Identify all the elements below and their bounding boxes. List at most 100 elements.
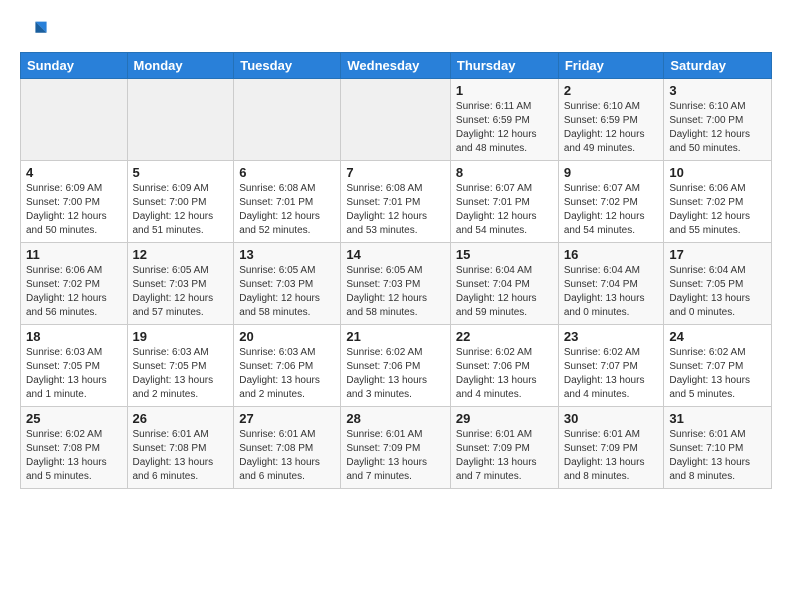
calendar-cell: 19 Sunrise: 6:03 AM Sunset: 7:05 PM Dayli… <box>127 325 234 407</box>
day-info: Sunrise: 6:01 AM Sunset: 7:09 PM Dayligh… <box>346 428 445 484</box>
day-number: 31 <box>669 411 766 426</box>
day-info: Sunrise: 6:01 AM Sunset: 7:09 PM Dayligh… <box>456 428 553 484</box>
day-info: Sunrise: 6:01 AM Sunset: 7:09 PM Dayligh… <box>564 428 659 484</box>
week-row-5: 25 Sunrise: 6:02 AM Sunset: 7:08 PM Dayli… <box>21 407 772 489</box>
day-info: Sunrise: 6:09 AM Sunset: 7:00 PM Dayligh… <box>26 182 122 238</box>
logo-icon <box>20 16 48 44</box>
calendar-cell: 20 Sunrise: 6:03 AM Sunset: 7:06 PM Dayli… <box>234 325 341 407</box>
day-number: 23 <box>564 329 659 344</box>
day-info: Sunrise: 6:10 AM Sunset: 6:59 PM Dayligh… <box>564 100 659 156</box>
calendar-cell: 21 Sunrise: 6:02 AM Sunset: 7:06 PM Dayli… <box>341 325 451 407</box>
day-number: 16 <box>564 247 659 262</box>
calendar-cell <box>21 79 128 161</box>
calendar-cell: 28Sunrise: 6:01 AM Sunset: 7:09 PM Dayli… <box>341 407 451 489</box>
day-info: Sunrise: 6:01 AM Sunset: 7:08 PM Dayligh… <box>239 428 335 484</box>
day-info: Sunrise: 6:10 AM Sunset: 7:00 PM Dayligh… <box>669 100 766 156</box>
day-number: 19 <box>133 329 229 344</box>
day-info: Sunrise: 6:02 AM Sunset: 7:08 PM Dayligh… <box>26 428 122 484</box>
day-number: 29 <box>456 411 553 426</box>
day-info: Sunrise: 6:03 AM Sunset: 7:05 PM Dayligh… <box>133 346 229 402</box>
header-friday: Friday <box>558 53 664 79</box>
calendar-cell: 9Sunrise: 6:07 AM Sunset: 7:02 PM Daylig… <box>558 161 664 243</box>
day-number: 14 <box>346 247 445 262</box>
day-number: 24 <box>669 329 766 344</box>
calendar-cell: 17 Sunrise: 6:04 AM Sunset: 7:05 PM Dayli… <box>664 243 772 325</box>
calendar-cell: 30 Sunrise: 6:01 AM Sunset: 7:09 PM Dayli… <box>558 407 664 489</box>
calendar-cell: 13 Sunrise: 6:05 AM Sunset: 7:03 PM Dayli… <box>234 243 341 325</box>
day-info: Sunrise: 6:04 AM Sunset: 7:04 PM Dayligh… <box>456 264 553 320</box>
day-info: Sunrise: 6:03 AM Sunset: 7:05 PM Dayligh… <box>26 346 122 402</box>
header-monday: Monday <box>127 53 234 79</box>
day-number: 18 <box>26 329 122 344</box>
day-info: Sunrise: 6:04 AM Sunset: 7:04 PM Dayligh… <box>564 264 659 320</box>
day-number: 9 <box>564 165 659 180</box>
calendar-cell <box>127 79 234 161</box>
day-info: Sunrise: 6:02 AM Sunset: 7:06 PM Dayligh… <box>346 346 445 402</box>
calendar-cell: 16 Sunrise: 6:04 AM Sunset: 7:04 PM Dayli… <box>558 243 664 325</box>
calendar-cell: 18 Sunrise: 6:03 AM Sunset: 7:05 PM Dayli… <box>21 325 128 407</box>
week-row-4: 18 Sunrise: 6:03 AM Sunset: 7:05 PM Dayli… <box>21 325 772 407</box>
header-saturday: Saturday <box>664 53 772 79</box>
calendar-cell: 25 Sunrise: 6:02 AM Sunset: 7:08 PM Dayli… <box>21 407 128 489</box>
calendar-cell: 6Sunrise: 6:08 AM Sunset: 7:01 PM Daylig… <box>234 161 341 243</box>
calendar-cell: 22 Sunrise: 6:02 AM Sunset: 7:06 PM Dayli… <box>450 325 558 407</box>
day-number: 13 <box>239 247 335 262</box>
day-number: 3 <box>669 83 766 98</box>
calendar-cell: 2 Sunrise: 6:10 AM Sunset: 6:59 PM Daylig… <box>558 79 664 161</box>
calendar-cell: 1 Sunrise: 6:11 AM Sunset: 6:59 PM Daylig… <box>450 79 558 161</box>
day-number: 1 <box>456 83 553 98</box>
day-info: Sunrise: 6:03 AM Sunset: 7:06 PM Dayligh… <box>239 346 335 402</box>
week-row-3: 11 Sunrise: 6:06 AM Sunset: 7:02 PM Dayli… <box>21 243 772 325</box>
day-number: 25 <box>26 411 122 426</box>
day-info: Sunrise: 6:06 AM Sunset: 7:02 PM Dayligh… <box>26 264 122 320</box>
day-info: Sunrise: 6:05 AM Sunset: 7:03 PM Dayligh… <box>239 264 335 320</box>
day-info: Sunrise: 6:07 AM Sunset: 7:01 PM Dayligh… <box>456 182 553 238</box>
day-number: 21 <box>346 329 445 344</box>
week-row-2: 4 Sunrise: 6:09 AM Sunset: 7:00 PM Daylig… <box>21 161 772 243</box>
day-number: 12 <box>133 247 229 262</box>
day-number: 11 <box>26 247 122 262</box>
header-tuesday: Tuesday <box>234 53 341 79</box>
calendar-cell <box>341 79 451 161</box>
calendar-cell: 23Sunrise: 6:02 AM Sunset: 7:07 PM Dayli… <box>558 325 664 407</box>
week-row-1: 1 Sunrise: 6:11 AM Sunset: 6:59 PM Daylig… <box>21 79 772 161</box>
calendar-cell: 3 Sunrise: 6:10 AM Sunset: 7:00 PM Daylig… <box>664 79 772 161</box>
calendar-cell: 15 Sunrise: 6:04 AM Sunset: 7:04 PM Dayli… <box>450 243 558 325</box>
calendar-cell: 8 Sunrise: 6:07 AM Sunset: 7:01 PM Daylig… <box>450 161 558 243</box>
page: SundayMondayTuesdayWednesdayThursdayFrid… <box>0 0 792 505</box>
day-number: 4 <box>26 165 122 180</box>
day-number: 20 <box>239 329 335 344</box>
day-info: Sunrise: 6:11 AM Sunset: 6:59 PM Dayligh… <box>456 100 553 156</box>
day-info: Sunrise: 6:08 AM Sunset: 7:01 PM Dayligh… <box>346 182 445 238</box>
day-number: 22 <box>456 329 553 344</box>
day-info: Sunrise: 6:02 AM Sunset: 7:06 PM Dayligh… <box>456 346 553 402</box>
day-number: 2 <box>564 83 659 98</box>
calendar-table: SundayMondayTuesdayWednesdayThursdayFrid… <box>20 52 772 489</box>
calendar-cell: 12Sunrise: 6:05 AM Sunset: 7:03 PM Dayli… <box>127 243 234 325</box>
header <box>20 16 772 44</box>
calendar-cell: 29 Sunrise: 6:01 AM Sunset: 7:09 PM Dayli… <box>450 407 558 489</box>
day-number: 8 <box>456 165 553 180</box>
header-sunday: Sunday <box>21 53 128 79</box>
day-number: 15 <box>456 247 553 262</box>
day-number: 30 <box>564 411 659 426</box>
day-number: 5 <box>133 165 229 180</box>
day-info: Sunrise: 6:01 AM Sunset: 7:10 PM Dayligh… <box>669 428 766 484</box>
day-info: Sunrise: 6:01 AM Sunset: 7:08 PM Dayligh… <box>133 428 229 484</box>
day-number: 10 <box>669 165 766 180</box>
day-info: Sunrise: 6:04 AM Sunset: 7:05 PM Dayligh… <box>669 264 766 320</box>
day-number: 27 <box>239 411 335 426</box>
logo <box>20 16 52 44</box>
calendar-cell: 31 Sunrise: 6:01 AM Sunset: 7:10 PM Dayli… <box>664 407 772 489</box>
calendar-cell <box>234 79 341 161</box>
day-info: Sunrise: 6:06 AM Sunset: 7:02 PM Dayligh… <box>669 182 766 238</box>
header-wednesday: Wednesday <box>341 53 451 79</box>
day-number: 26 <box>133 411 229 426</box>
day-info: Sunrise: 6:08 AM Sunset: 7:01 PM Dayligh… <box>239 182 335 238</box>
day-number: 17 <box>669 247 766 262</box>
calendar-cell: 10 Sunrise: 6:06 AM Sunset: 7:02 PM Dayli… <box>664 161 772 243</box>
calendar-cell: 5 Sunrise: 6:09 AM Sunset: 7:00 PM Daylig… <box>127 161 234 243</box>
day-info: Sunrise: 6:09 AM Sunset: 7:00 PM Dayligh… <box>133 182 229 238</box>
day-number: 7 <box>346 165 445 180</box>
header-thursday: Thursday <box>450 53 558 79</box>
